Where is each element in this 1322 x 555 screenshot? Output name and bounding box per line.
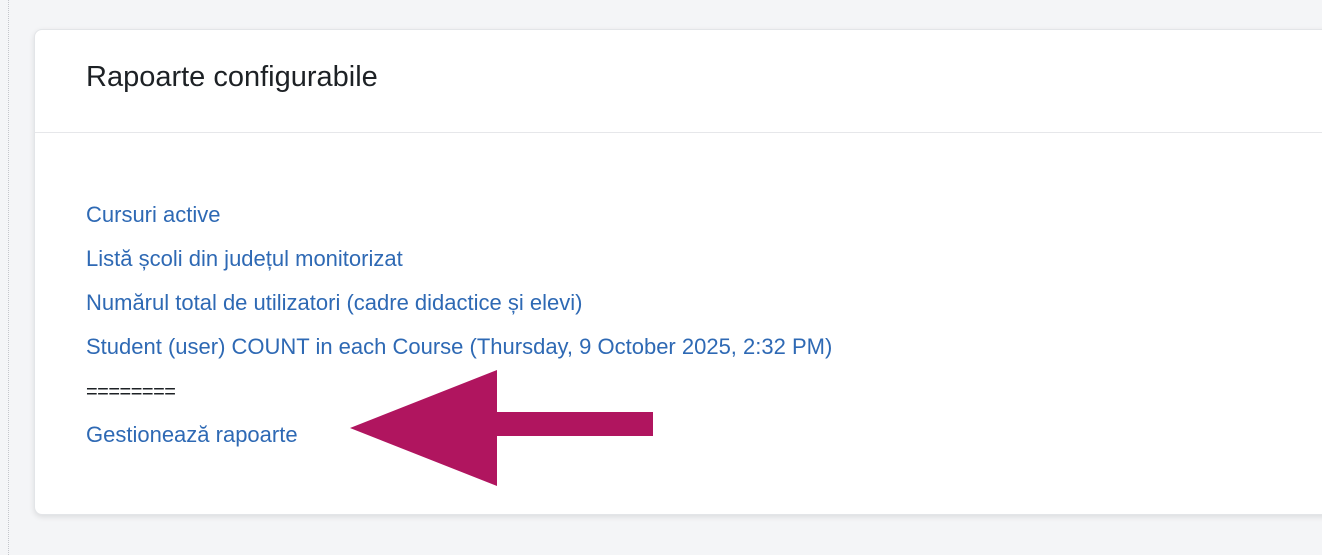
- block-title: Rapoarte configurabile: [86, 61, 378, 93]
- report-link-numar-utilizatori[interactable]: Numărul total de utilizatori (cadre dida…: [86, 290, 582, 315]
- manage-reports-link[interactable]: Gestionează rapoarte: [86, 422, 298, 447]
- arrow-shape: [350, 370, 653, 486]
- separator-text: ========: [86, 381, 176, 403]
- list-item: Cursuri active: [86, 199, 832, 243]
- list-item: Numărul total de utilizatori (cadre dida…: [86, 287, 832, 331]
- block-header: Rapoarte configurabile: [35, 30, 1322, 133]
- report-link-student-count[interactable]: Student (user) COUNT in each Course (Thu…: [86, 334, 832, 359]
- list-item: Listă școli din județul monitorizat: [86, 243, 832, 287]
- report-link-cursuri-active[interactable]: Cursuri active: [86, 202, 220, 227]
- dotted-divider: [8, 0, 9, 555]
- page: Rapoarte configurabile Cursuri active Li…: [0, 0, 1322, 555]
- configurable-reports-block: Rapoarte configurabile Cursuri active Li…: [34, 29, 1322, 515]
- report-link-lista-scoli[interactable]: Listă școli din județul monitorizat: [86, 246, 403, 271]
- arrow-left-icon: [350, 370, 653, 486]
